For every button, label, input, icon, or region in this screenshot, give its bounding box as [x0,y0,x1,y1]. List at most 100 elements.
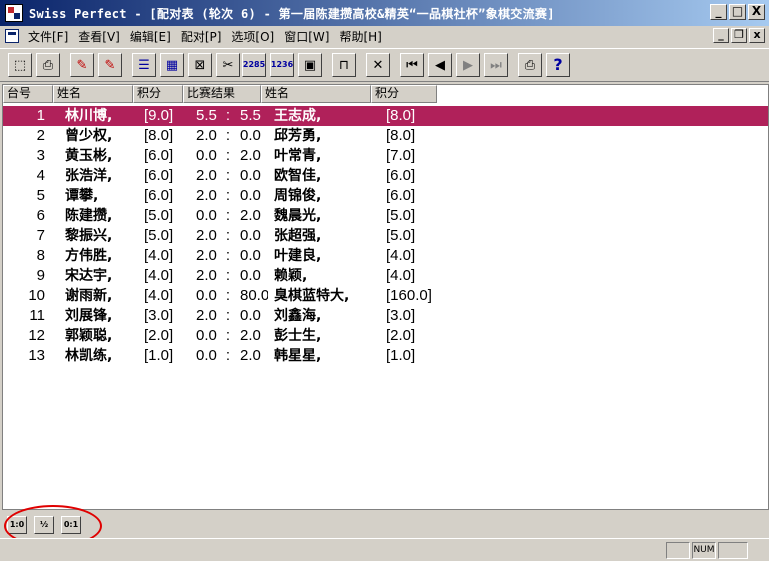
table-row[interactable]: 6 陈建攒, [5.0] 0.0:2.0 魏晨光, [5.0] [3,206,768,226]
player-list-button[interactable]: ☰ [132,53,156,77]
mdi-restore-button[interactable]: ❐ [731,28,747,43]
menu-options[interactable]: 选项[O] [226,28,279,45]
white-result: 0.0 [196,287,217,304]
image-icon: ▣ [303,57,317,73]
white-result: 0.0 [196,207,217,224]
pairing-table-button[interactable]: ▦ [160,53,184,77]
column-header-board[interactable]: 台号 [3,85,53,103]
swiss-perfect-app-icon[interactable] [5,4,23,22]
first-record-button[interactable]: ⏮ [400,53,424,77]
result-separator: : [225,227,231,244]
table-view-button[interactable]: ⊓ [332,53,356,77]
menu-file[interactable]: 文件[F] [23,28,73,45]
white-result: 2.0 [196,307,217,324]
column-header-result[interactable]: 比赛结果 [183,85,261,103]
table-row[interactable]: 2 曾少权, [8.0] 2.0:0.0 邱芳勇, [8.0] [3,126,768,146]
black-player-name: 赖颖, [274,268,308,284]
help-button[interactable]: ? [546,53,570,77]
print-button[interactable]: ⎙ [518,53,542,77]
delete-player-button[interactable]: ✎ [98,53,122,77]
white-player-score: [5.0] [144,227,174,244]
scissors-button[interactable]: ✕ [366,53,390,77]
result-separator: : [225,187,231,204]
add-player-button[interactable]: ✎ [70,53,94,77]
open-tournament-icon: ⎙ [42,57,54,73]
black-result: 5.5 [240,107,261,124]
white-player-name: 宋达宇, [65,268,113,284]
next-record-button[interactable]: ▶ [456,53,480,77]
add-player-icon: ✎ [76,57,88,73]
result-separator: : [225,107,231,124]
menu-view[interactable]: 查看[V] [73,28,125,45]
table-row[interactable]: 11 刘展锋, [3.0] 2.0:0.0 刘鑫海, [3.0] [3,306,768,326]
white-result: 0.0 [196,327,217,344]
maximize-button[interactable]: □ [729,4,746,20]
board-number: 9 [36,267,45,284]
pairing-list[interactable]: 台号 姓名 积分 比赛结果 姓名 积分 1 林川博, [9.0] 5.5:5.5 王志成… [2,84,769,510]
menu-pairing[interactable]: 配对[P] [176,28,227,45]
column-header-black-score[interactable]: 积分 [371,85,437,103]
black-result: 2.0 [240,207,261,224]
mdi-close-button[interactable]: x [749,28,765,43]
white-player-score: [8.0] [144,127,174,144]
table-row[interactable]: 12 郭颖聪, [2.0] 0.0:2.0 彭士生, [2.0] [3,326,768,346]
table-row[interactable]: 3 黄玉彬, [6.0] 0.0:2.0 叶常青, [7.0] [3,146,768,166]
menu-bar: 文件[F] 查看[V] 编辑[E] 配对[P] 选项[O] 窗口[W] 帮助[H… [0,26,769,46]
menu-help[interactable]: 帮助[H] [334,28,386,45]
document-icon[interactable] [5,29,19,43]
table-row[interactable]: 8 方伟胜, [4.0] 2.0:0.0 叶建良, [4.0] [3,246,768,266]
board-number: 11 [29,307,45,324]
black-result: 0.0 [240,227,261,244]
result-separator: : [225,147,231,164]
open-tournament-button[interactable]: ⎙ [36,53,60,77]
black-player-score: [1.0] [386,347,416,364]
white-player-score: [6.0] [144,167,174,184]
new-tournament-button[interactable]: ⬚ [8,53,32,77]
rating-2285-button[interactable]: 2285 [242,53,266,77]
black-player-name: 叶建良, [274,248,322,264]
column-header-white-score[interactable]: 积分 [133,85,183,103]
black-player-score: [160.0] [386,287,432,304]
pair-round-button[interactable]: ✂ [216,53,240,77]
close-button[interactable]: X [748,4,765,20]
table-row[interactable]: 5 谭攀, [6.0] 2.0:0.0 周锦俊, [6.0] [3,186,768,206]
mdi-minimize-button[interactable]: _ [713,28,729,43]
white-player-name: 黎振兴, [65,228,113,244]
black-player-name: 臭棋蓝特大, [274,288,350,304]
black-player-name: 周锦俊, [274,188,322,204]
table-row[interactable]: 7 黎振兴, [5.0] 2.0:0.0 张超强, [5.0] [3,226,768,246]
rating-1236-button[interactable]: 1236 [270,53,294,77]
menu-edit[interactable]: 编辑[E] [125,28,176,45]
black-player-score: [4.0] [386,247,416,264]
title-bar: Swiss Perfect - [配对表 (轮次 6) - 第一届陈建攒高校&精… [0,0,769,26]
board-number: 4 [36,167,45,184]
white-player-score: [4.0] [144,247,174,264]
table-row[interactable]: 1 林川博, [9.0] 5.5:5.5 王志成, [8.0] [3,106,768,126]
board-number: 10 [28,287,45,304]
table-row[interactable]: 9 宋达宇, [4.0] 2.0:0.0 赖颖, [4.0] [3,266,768,286]
black-player-name: 王志成, [274,108,322,124]
board-number: 1 [36,107,45,124]
black-player-name: 叶常青, [274,148,322,164]
scissors-icon: ✕ [372,57,384,73]
table-row[interactable]: 13 林凯练, [1.0] 0.0:2.0 韩星星, [1.0] [3,346,768,366]
white-player-name: 刘展锋, [65,308,113,324]
minimize-button[interactable]: _ [710,4,727,20]
white-player-name: 陈建攒, [65,208,113,224]
white-player-name: 谢雨新, [65,288,113,304]
last-record-button[interactable]: ⏭ [484,53,508,77]
cross-table-button[interactable]: ⊠ [188,53,212,77]
column-header-black-name[interactable]: 姓名 [261,85,371,103]
table-row[interactable]: 10 谢雨新, [4.0] 0.0:80.0 臭棋蓝特大, [160.0] [3,286,768,306]
menu-window[interactable]: 窗口[W] [279,28,334,45]
column-header-white-name[interactable]: 姓名 [53,85,133,103]
result-separator: : [225,127,231,144]
table-row[interactable]: 4 张浩洋, [6.0] 2.0:0.0 欧智佳, [6.0] [3,166,768,186]
board-number: 7 [36,227,45,244]
prev-record-button[interactable]: ◀ [428,53,452,77]
white-result: 2.0 [196,127,217,144]
black-player-name: 魏晨光, [274,208,322,224]
black-result: 0.0 [240,127,261,144]
image-button[interactable]: ▣ [298,53,322,77]
black-result: 80.0 [240,287,268,304]
